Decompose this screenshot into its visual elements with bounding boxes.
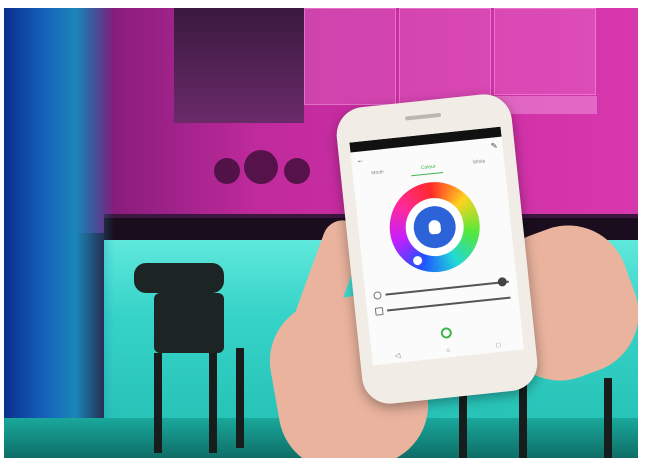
cabinet-door bbox=[399, 8, 491, 105]
plant bbox=[244, 150, 278, 184]
speed-icon bbox=[374, 306, 384, 316]
window bbox=[174, 8, 304, 123]
blue-lit-wall bbox=[4, 8, 114, 458]
bar-stool-seat bbox=[134, 263, 224, 293]
brightness-icon bbox=[373, 291, 382, 300]
bar-stool-leg bbox=[236, 348, 244, 448]
power-icon[interactable] bbox=[439, 326, 452, 339]
color-wheel[interactable] bbox=[385, 177, 485, 277]
bar-stool-back bbox=[154, 293, 224, 353]
cabinet-door bbox=[494, 8, 596, 95]
brightness-slider[interactable] bbox=[385, 276, 509, 296]
color-wheel-inner bbox=[402, 195, 467, 259]
bar-stool-leg bbox=[209, 353, 217, 453]
brightness-slider-knob[interactable] bbox=[497, 276, 508, 287]
speed-slider[interactable] bbox=[387, 296, 511, 312]
nav-home-icon[interactable]: ○ bbox=[446, 347, 451, 354]
app-screen: ← ✎ Mode Colour White ◁ ○ □ bbox=[349, 126, 524, 366]
kitchen-photo: ← ✎ Mode Colour White ◁ ○ □ bbox=[4, 8, 638, 458]
bar-stool-leg bbox=[154, 353, 162, 453]
nav-back-icon[interactable]: ◁ bbox=[395, 351, 401, 360]
back-arrow-icon[interactable]: ← bbox=[356, 155, 365, 165]
pencil-icon[interactable]: ✎ bbox=[490, 141, 498, 151]
photo-scene: ← ✎ Mode Colour White ◁ ○ □ bbox=[0, 0, 646, 461]
nav-recents-icon[interactable]: □ bbox=[496, 341, 501, 348]
tab-white[interactable]: White bbox=[472, 158, 485, 165]
tab-colour[interactable]: Colour bbox=[421, 164, 436, 172]
plant bbox=[284, 158, 310, 184]
selected-color-swatch[interactable] bbox=[411, 204, 458, 251]
cabinet-door bbox=[304, 8, 396, 105]
lightbulb-icon bbox=[428, 219, 442, 235]
color-picker-handle[interactable] bbox=[410, 253, 425, 268]
bar-stool-leg bbox=[604, 378, 612, 458]
tab-mode[interactable]: Mode bbox=[371, 169, 384, 176]
smartphone: ← ✎ Mode Colour White ◁ ○ □ bbox=[333, 91, 541, 407]
plant bbox=[214, 158, 240, 184]
